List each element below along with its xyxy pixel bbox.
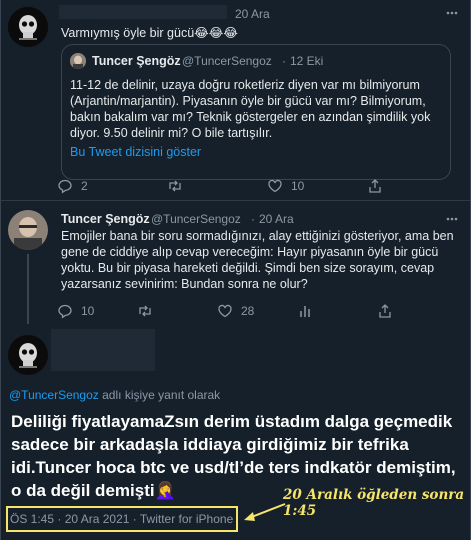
avatar[interactable]	[8, 210, 48, 250]
thread-line	[27, 254, 29, 324]
like-icon	[267, 178, 283, 194]
tweet-date[interactable]: 20 Ara	[259, 212, 294, 226]
reply-button[interactable]: 10	[57, 303, 137, 319]
separator: ·	[251, 212, 255, 226]
redacted-username	[59, 5, 227, 19]
quote-author-name: Tuncer Şengöz	[92, 54, 181, 68]
like-button[interactable]: 28	[217, 303, 297, 319]
quoted-tweet[interactable]: Tuncer Şengöz @TuncerSengoz · 12 Eki 11-…	[61, 44, 451, 180]
quote-author-handle: @TuncerSengoz	[182, 54, 272, 68]
like-icon	[217, 303, 233, 319]
analytics-button[interactable]	[297, 303, 377, 319]
annotation-text: 20 Aralık öğleden sonra 1:45	[283, 487, 465, 519]
tweet-text: Emojiler bana bir soru sormadığınızı, al…	[61, 229, 454, 291]
tweet-text: Varmıymış öyle bir gücü😂😂😂	[61, 26, 238, 40]
tweet-actions: 2 10	[57, 178, 391, 194]
share-button[interactable]	[367, 178, 391, 194]
tweet-actions: 10 28	[57, 303, 401, 319]
quote-separator: ·	[282, 54, 286, 68]
reply-to-suffix: adlı kişiye yanıt olarak	[98, 388, 221, 402]
tweet-timestamp[interactable]: ÖS 1:45 · 20 Ara 2021 · Twitter for iPho…	[10, 512, 233, 526]
retweet-icon	[167, 178, 183, 194]
reply-button[interactable]: 2	[57, 178, 167, 194]
avatar-skull-image	[8, 335, 48, 375]
avatar-skull-image	[8, 7, 48, 47]
author-name[interactable]: Tuncer Şengöz	[61, 212, 150, 226]
tweet-second[interactable]: Tuncer Şengöz @TuncerSengoz · 20 Ara Emo…	[1, 200, 470, 325]
share-icon	[367, 178, 383, 194]
reply-count: 10	[81, 304, 95, 318]
reply-to-handle[interactable]: @TuncerSengoz	[9, 388, 99, 402]
tweet-first[interactable]: 20 Ara Varmıymış öyle bir gücü😂😂😂 Tuncer…	[1, 0, 470, 200]
retweet-button[interactable]	[137, 303, 217, 319]
retweet-icon	[137, 303, 153, 319]
quote-text: 11-12 de delinir, uzaya doğru roketleriz…	[70, 78, 431, 140]
author-handle[interactable]: @TuncerSengoz	[151, 212, 241, 226]
share-icon	[377, 303, 393, 319]
redacted-username	[51, 329, 155, 371]
quote-date: 12 Eki	[290, 54, 324, 68]
reply-count: 2	[81, 179, 88, 193]
tweet-date[interactable]: 20 Ara	[235, 7, 270, 21]
analytics-icon	[297, 303, 313, 319]
share-button[interactable]	[377, 303, 401, 319]
show-thread-link[interactable]: Bu Tweet dizisini göster	[70, 145, 201, 159]
more-icon[interactable]	[445, 6, 459, 20]
arrow-icon	[241, 500, 287, 524]
reply-icon	[57, 178, 73, 194]
like-count: 10	[291, 179, 305, 193]
avatar-person-image	[8, 210, 48, 250]
reply-context: @TuncerSengoz adlı kişiye yanıt olarak	[9, 388, 220, 402]
like-button[interactable]: 10	[267, 178, 367, 194]
more-icon[interactable]	[445, 212, 459, 226]
like-count: 28	[241, 304, 255, 318]
reply-icon	[57, 303, 73, 319]
tweet-thread-page: 20 Ara Varmıymış öyle bir gücü😂😂😂 Tuncer…	[0, 0, 471, 540]
avatar[interactable]	[8, 335, 48, 375]
retweet-button[interactable]	[167, 178, 267, 194]
avatar[interactable]	[8, 7, 48, 47]
quote-avatar	[70, 53, 86, 69]
